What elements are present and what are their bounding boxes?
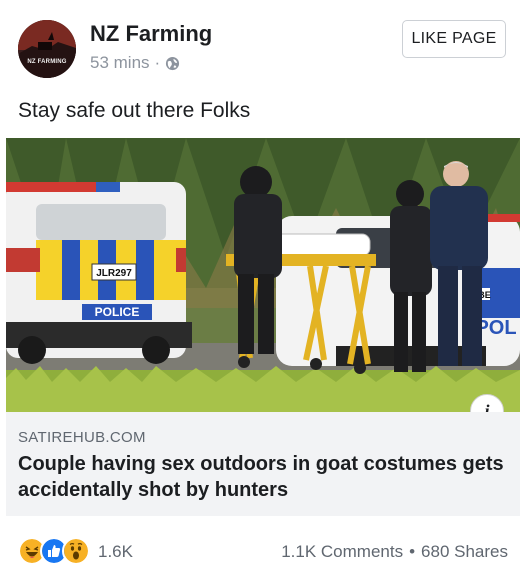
avatar-image	[18, 20, 76, 78]
reactions-bar: 1.6K 1.1K Comments • 680 Shares	[0, 532, 526, 572]
police-label: POLICE	[95, 305, 140, 319]
link-preview-image[interactable]: JLR297 POLICE GBE POL	[6, 138, 520, 412]
link-domain: SATIREHUB.COM	[18, 429, 146, 446]
car-plate-text: JLR297	[96, 268, 132, 279]
shares-count[interactable]: 680 Shares	[421, 542, 508, 561]
like-page-button[interactable]: LIKE PAGE	[402, 20, 506, 58]
engagement-separator: •	[409, 542, 416, 561]
wow-icon	[62, 537, 90, 565]
page-name[interactable]: NZ Farming	[90, 21, 212, 47]
avatar-logo-text: NZ FARMING	[27, 59, 67, 65]
post-time[interactable]: 53 mins	[90, 53, 150, 73]
meta-separator: ·	[154, 53, 161, 72]
globe-icon	[165, 56, 180, 71]
post-meta: 53 mins ·	[90, 53, 180, 73]
post-text: Stay safe out there Folks	[18, 99, 251, 122]
comments-count[interactable]: 1.1K Comments	[281, 542, 403, 561]
reaction-icons[interactable]	[18, 537, 90, 565]
link-preview[interactable]: SATIREHUB.COM Couple having sex outdoors…	[6, 412, 520, 516]
link-title[interactable]: Couple having sex outdoors in goat costu…	[18, 451, 514, 503]
engagement-stats: 1.1K Comments • 680 Shares	[281, 542, 508, 562]
reaction-count[interactable]: 1.6K	[98, 542, 133, 562]
page-avatar[interactable]: NZ FARMING	[18, 20, 76, 78]
post-header: NZ FARMING NZ Farming 53 mins · LIKE PAG…	[0, 0, 526, 90]
